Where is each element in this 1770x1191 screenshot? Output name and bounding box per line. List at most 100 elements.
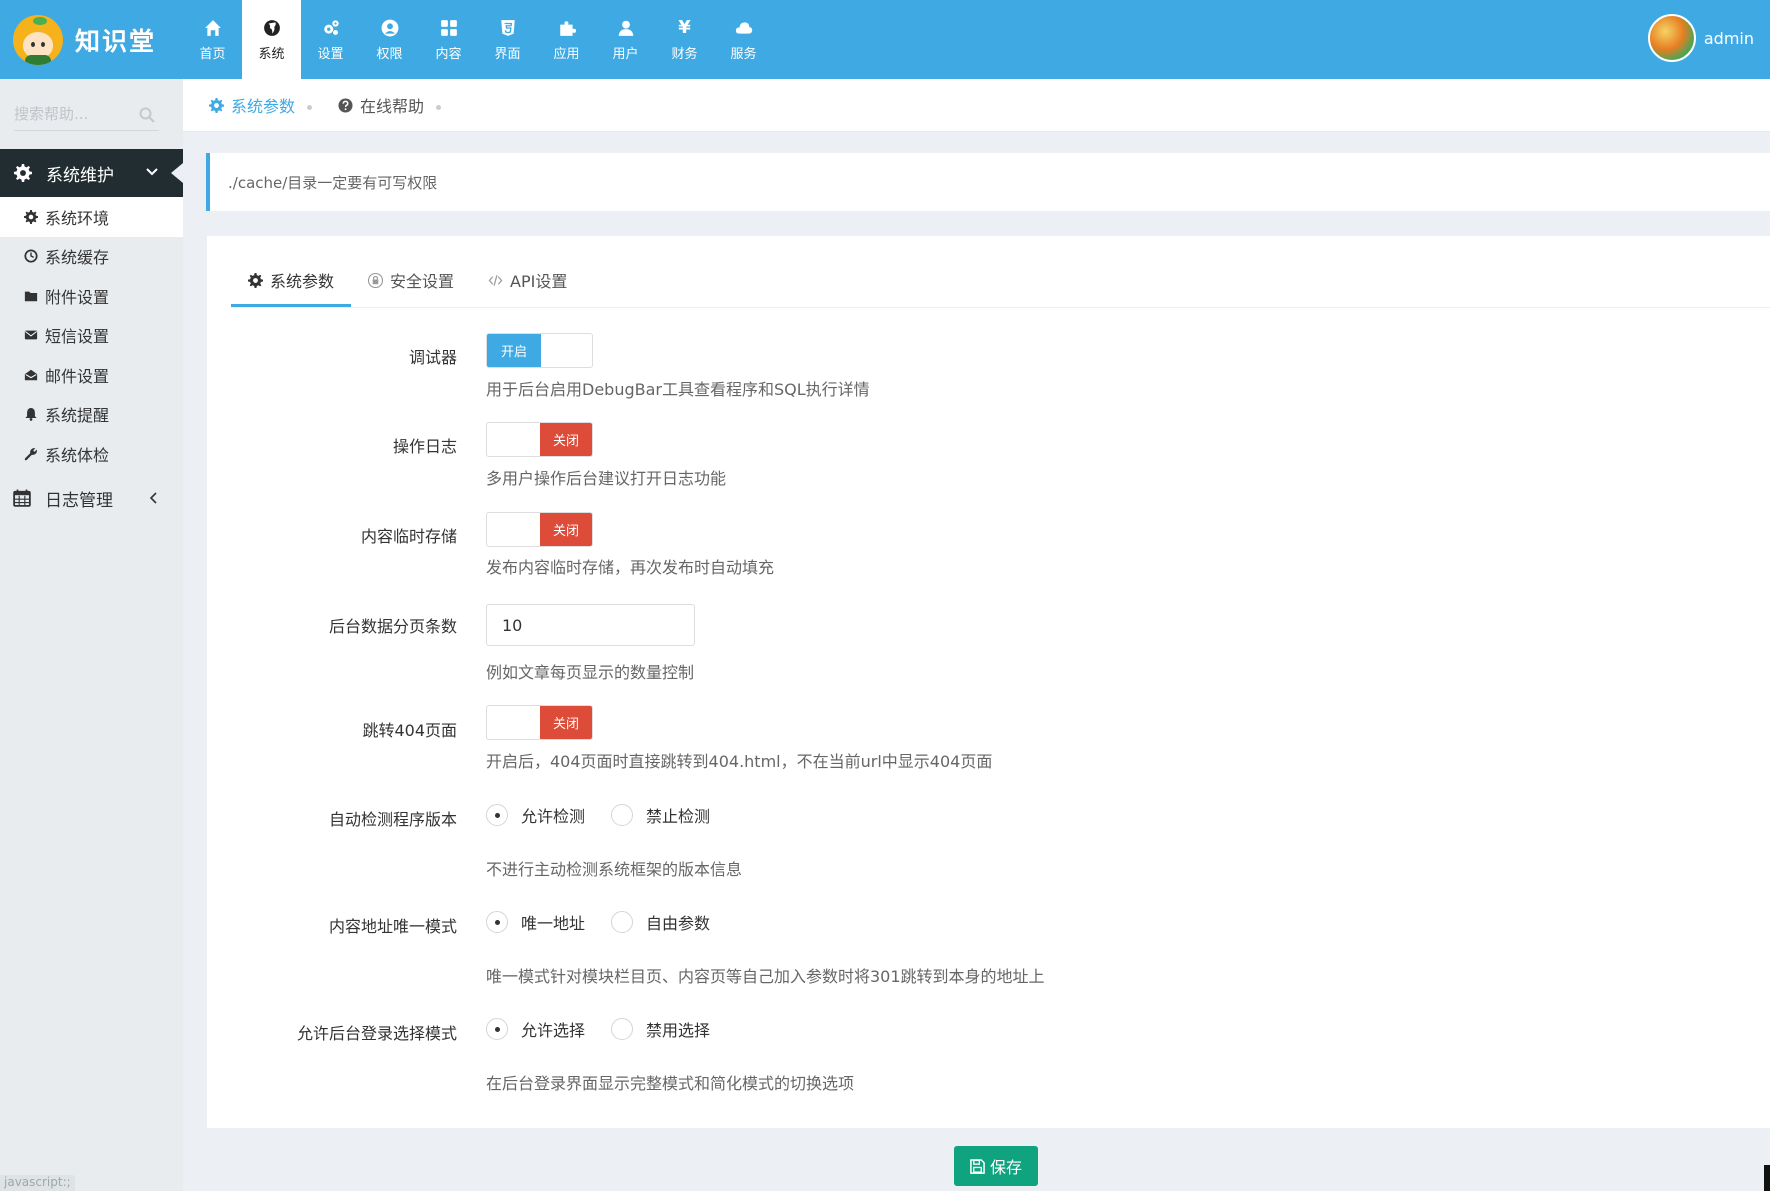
nav-label: 内容: [435, 46, 462, 62]
globe-icon: [262, 18, 282, 38]
nav-item-permissions[interactable]: 权限: [360, 0, 419, 79]
tab-system-params[interactable]: 系统参数: [231, 256, 352, 308]
save-label: 保存: [989, 1160, 1022, 1177]
sidebar-submenu: 系统环境 系统缓存 附件设置 短信设置 邮件设置 系统提醒 系统体检: [0, 197, 183, 474]
jump404-toggle[interactable]: 关闭: [486, 705, 593, 740]
uniqueurl-free-radio[interactable]: 自由参数: [611, 910, 710, 934]
nav-label: 财务: [671, 46, 698, 62]
puzzle-icon: [557, 18, 577, 38]
loginmode-allow-radio[interactable]: 允许选择: [486, 1017, 585, 1041]
envelope-open-icon: [23, 367, 39, 383]
lock-icon: [368, 272, 384, 288]
gear-icon: [248, 272, 263, 288]
toggle-off-state: 关闭: [540, 423, 592, 456]
crumb-system-params[interactable]: 系统参数: [209, 93, 313, 117]
chevron-down-icon: [146, 168, 158, 176]
user-menu[interactable]: admin: [1647, 14, 1754, 62]
nav-label: 首页: [199, 46, 226, 62]
cloud-icon: [734, 18, 754, 38]
autocheck-label: 自动检测程序版本: [328, 810, 457, 829]
gear-icon: [209, 97, 224, 113]
nav-item-system[interactable]: 系统: [242, 0, 301, 79]
cogs-icon: [321, 18, 341, 38]
user-circle-icon: [380, 18, 400, 38]
sidebar-item-label: 邮件设置: [45, 366, 110, 386]
nav-item-content[interactable]: 内容: [419, 0, 478, 79]
sidebar-item-environment[interactable]: 系统环境: [0, 197, 183, 237]
nav-label: 用户: [612, 46, 639, 62]
nav-item-apps[interactable]: 应用: [537, 0, 596, 79]
tab-api[interactable]: API设置: [471, 256, 584, 308]
nav-item-home[interactable]: 首页: [183, 0, 242, 79]
avatar: [1647, 14, 1696, 62]
chevron-left-icon: [149, 492, 157, 504]
settings-panel: 系统参数 安全设置 API设置 调试器 开启 用于后台启用DebugBar工具查…: [207, 236, 1770, 1128]
debugger-toggle[interactable]: 开启: [486, 333, 593, 368]
toggle-off-state: 关闭: [540, 513, 592, 546]
nav-label: 权限: [376, 46, 403, 62]
uniqueurl-label: 内容地址唯一模式: [328, 917, 457, 936]
radio-label: 唯一地址: [521, 914, 586, 933]
nav-label: 界面: [494, 46, 521, 62]
sidebar-group-logs[interactable]: 日志管理: [0, 477, 183, 519]
sidebar: 系统维护 系统环境 系统缓存 附件设置 短信设置 邮件设置 系统提醒: [0, 79, 183, 1191]
yen-icon: ¥: [678, 17, 691, 38]
nav-label: 设置: [317, 46, 344, 62]
sidebar-item-sms[interactable]: 短信设置: [0, 316, 183, 356]
jump404-label: 跳转404页面: [362, 721, 457, 740]
radio-circle: [486, 1018, 508, 1040]
sidebar-item-checkup[interactable]: 系统体检: [0, 434, 183, 474]
code-icon: [488, 274, 503, 286]
nav-label: 应用: [553, 46, 580, 62]
nav-item-finance[interactable]: ¥ 财务: [655, 0, 714, 79]
crumb-dot: [307, 104, 313, 110]
sidebar-group-system-maintenance[interactable]: 系统维护: [0, 149, 183, 197]
crumb-label: 在线帮助: [360, 97, 425, 116]
tab-label: 系统参数: [270, 272, 335, 291]
uniqueurl-unique-radio[interactable]: 唯一地址: [486, 910, 585, 934]
sidebar-item-attachments[interactable]: 附件设置: [0, 276, 183, 316]
nav-item-interface[interactable]: 界面: [478, 0, 537, 79]
radio-circle: [611, 1018, 633, 1040]
scrollbar-edge: [1764, 1165, 1770, 1191]
search-input[interactable]: [14, 99, 134, 129]
notice-callout: ./cache/目录一定要有可写权限: [206, 153, 1770, 211]
draft-help: 发布内容临时存储，再次发布时自动填充: [486, 558, 775, 577]
user-name: admin: [1703, 28, 1754, 48]
pagesize-input[interactable]: [486, 604, 695, 646]
floppy-disk-icon: [970, 1158, 985, 1174]
autocheck-deny-radio[interactable]: 禁止检测: [611, 803, 710, 827]
search-icon[interactable]: [139, 107, 155, 123]
tabs-divider: [231, 307, 1770, 308]
sidebar-item-label: 短信设置: [45, 327, 110, 347]
nav-item-users[interactable]: 用户: [596, 0, 655, 79]
home-icon: [203, 18, 223, 38]
oplog-help: 多用户操作后台建议打开日志功能: [486, 469, 727, 488]
tab-label: 安全设置: [390, 272, 455, 291]
debugger-label: 调试器: [408, 348, 457, 367]
sidebar-item-email[interactable]: 邮件设置: [0, 355, 183, 395]
status-bar-link: javascript:;: [0, 1175, 75, 1191]
settings-tabs: 系统参数 安全设置 API设置: [231, 256, 584, 308]
sidebar-group-label: 日志管理: [45, 490, 113, 511]
question-circle-icon: [338, 97, 353, 113]
bell-icon: [23, 406, 39, 422]
draft-toggle[interactable]: 关闭: [486, 512, 593, 547]
uniqueurl-help: 唯一模式针对模块栏目页、内容页等自己加入参数时将301跳转到本身的地址上: [486, 967, 1045, 986]
nav-item-services[interactable]: 服务: [714, 0, 773, 79]
sidebar-item-reminders[interactable]: 系统提醒: [0, 395, 183, 435]
brand-logo[interactable]: 知识堂: [0, 0, 183, 79]
autocheck-allow-radio[interactable]: 允许检测: [486, 803, 585, 827]
oplog-toggle[interactable]: 关闭: [486, 422, 593, 457]
sidebar-item-label: 附件设置: [45, 287, 110, 307]
loginmode-disable-radio[interactable]: 禁用选择: [611, 1017, 710, 1041]
tab-security[interactable]: 安全设置: [351, 256, 471, 308]
nav-item-settings[interactable]: 设置: [301, 0, 360, 79]
calendar-icon: [13, 489, 31, 507]
save-button[interactable]: 保存: [954, 1146, 1038, 1186]
top-header: 知识堂 首页 系统 设置 权限 内容 界面 应用 用户 ¥ 财务 服务 admi…: [0, 0, 1770, 79]
crumb-online-help[interactable]: 在线帮助: [338, 93, 442, 117]
sidebar-item-cache[interactable]: 系统缓存: [0, 237, 183, 277]
page-tabs: 系统参数 在线帮助: [183, 79, 1770, 132]
pagesize-help: 例如文章每页显示的数量控制: [486, 663, 695, 682]
